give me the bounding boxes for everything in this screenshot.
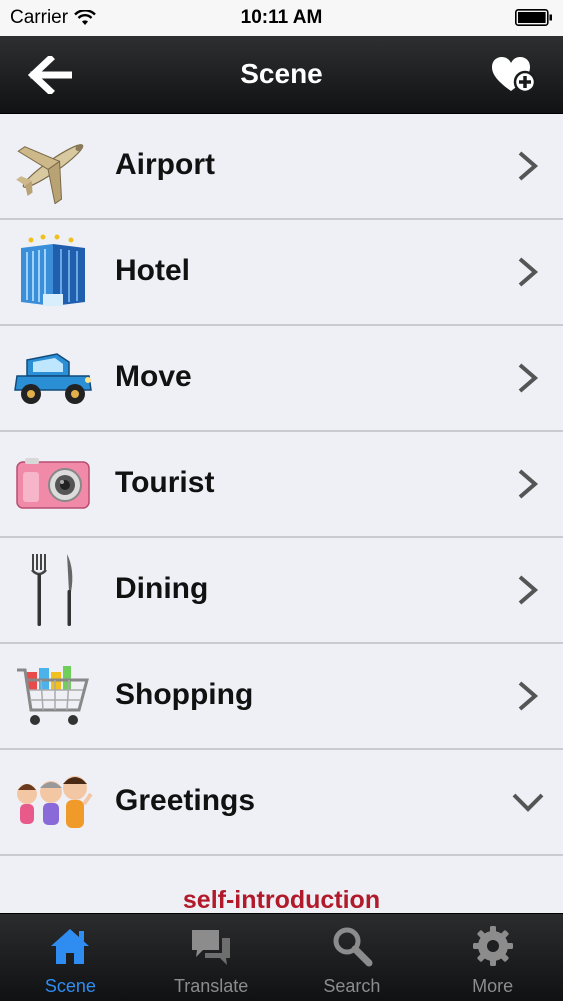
tab-search[interactable]: Search [282,914,423,1001]
magnifier-icon [333,927,373,967]
chevron-right-icon [518,151,539,181]
tab-label: More [472,976,514,996]
tab-translate[interactable]: Translate [141,914,282,1001]
status-bar: Carrier 10:11 AM [0,0,563,36]
page-title: Scene [240,58,323,89]
home-icon [51,929,90,964]
scene-label: Shopping [115,678,254,711]
heart-plus-icon[interactable] [491,55,537,95]
scene-label: Tourist [115,466,215,499]
scene-list: Airport Hotel Move Tourist Dining Shoppi… [0,114,563,856]
chevron-right-icon [518,257,539,287]
scene-row-greetings[interactable]: Greetings [0,750,563,856]
scene-row-shopping[interactable]: Shopping [0,644,563,750]
gear-icon [472,926,513,966]
greetings-subitem-self-introduction[interactable]: self-introduction [0,886,563,915]
chat-bubbles-icon [192,930,231,965]
tab-label: Search [323,976,381,996]
tab-label: Scene [44,976,96,996]
chevron-right-icon [518,681,539,711]
tab-scene[interactable]: Scene [0,914,141,1001]
scene-row-tourist[interactable]: Tourist [0,432,563,538]
shopping-cart-icon [17,666,89,725]
battery-icon [515,9,552,26]
scene-row-dining[interactable]: Dining [0,538,563,644]
scene-row-move[interactable]: Move [0,326,563,432]
chevron-right-icon [518,469,539,499]
status-time: 10:11 AM [240,7,323,28]
scene-label: Hotel [115,254,190,287]
scene-label: Move [115,360,192,393]
fork-knife-icon [31,554,73,626]
car-icon [14,353,92,404]
hotel-building-icon [21,234,85,306]
chevron-down-icon [512,793,544,812]
chevron-right-icon [518,575,539,605]
tab-more[interactable]: More [422,914,563,1001]
people-icon [17,776,93,828]
scene-label: Greetings [115,784,256,817]
scene-row-airport[interactable]: Airport [0,114,563,220]
scene-label: Airport [115,148,215,181]
airplane-icon [16,144,84,204]
camera-icon [16,458,90,509]
tab-bar: Scene Translate Search More [0,913,563,1001]
tab-label: Translate [173,976,249,996]
chevron-right-icon [518,363,539,393]
scene-label: Dining [115,572,209,605]
navigation-bar: Scene [0,36,563,114]
scene-row-hotel[interactable]: Hotel [0,220,563,326]
